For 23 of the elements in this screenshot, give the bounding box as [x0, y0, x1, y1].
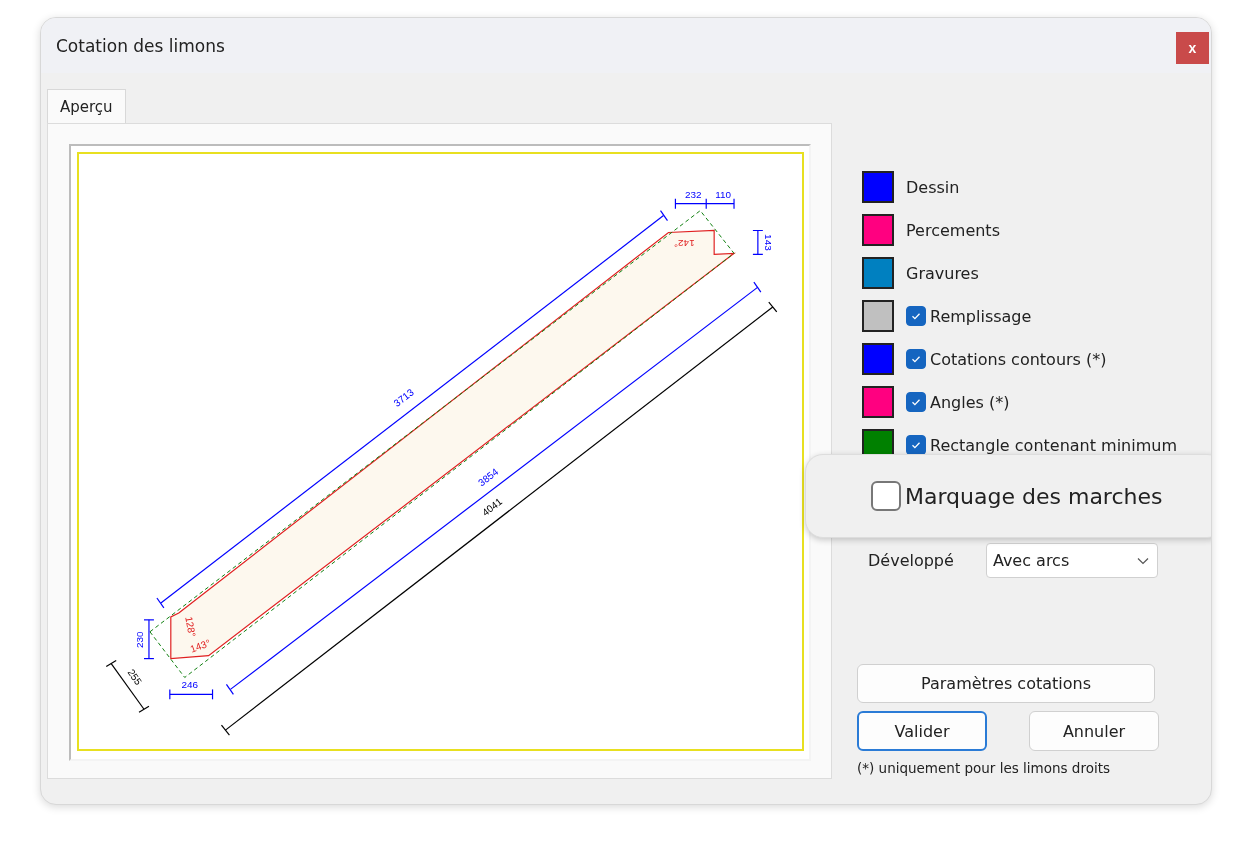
- chevron-down-icon: [1136, 556, 1149, 565]
- developpe-label: Développé: [868, 551, 954, 570]
- layer-label: Gravures: [906, 263, 979, 283]
- close-button[interactable]: x: [1176, 31, 1209, 64]
- color-swatch[interactable]: [862, 257, 894, 289]
- developpe-dropdown[interactable]: Avec arcs: [985, 543, 1158, 578]
- color-swatch[interactable]: [862, 171, 894, 203]
- step-marking-checkbox[interactable]: Marquage des marches: [871, 481, 1163, 511]
- color-swatch[interactable]: [862, 300, 894, 332]
- layer-label: Percements: [906, 220, 1000, 240]
- color-swatch[interactable]: [862, 343, 894, 375]
- dimension-settings-button[interactable]: Paramètres cotations: [857, 664, 1155, 703]
- window-title: Cotation des limons: [56, 35, 225, 56]
- layer-checkbox[interactable]: Angles (*): [906, 392, 1010, 412]
- footnote: (*) uniquement pour les limons droits: [857, 760, 1112, 776]
- ok-button[interactable]: Valider: [857, 711, 987, 751]
- cancel-button[interactable]: Annuler: [1029, 711, 1159, 751]
- layer-checkbox[interactable]: Remplissage: [906, 306, 1032, 326]
- layer-checkbox[interactable]: Cotations contours (*): [906, 349, 1107, 369]
- color-swatch[interactable]: [862, 214, 894, 246]
- tab[interactable]: Aperçu: [47, 89, 126, 123]
- color-swatch[interactable]: [862, 386, 894, 418]
- layer-label: Dessin: [906, 177, 960, 197]
